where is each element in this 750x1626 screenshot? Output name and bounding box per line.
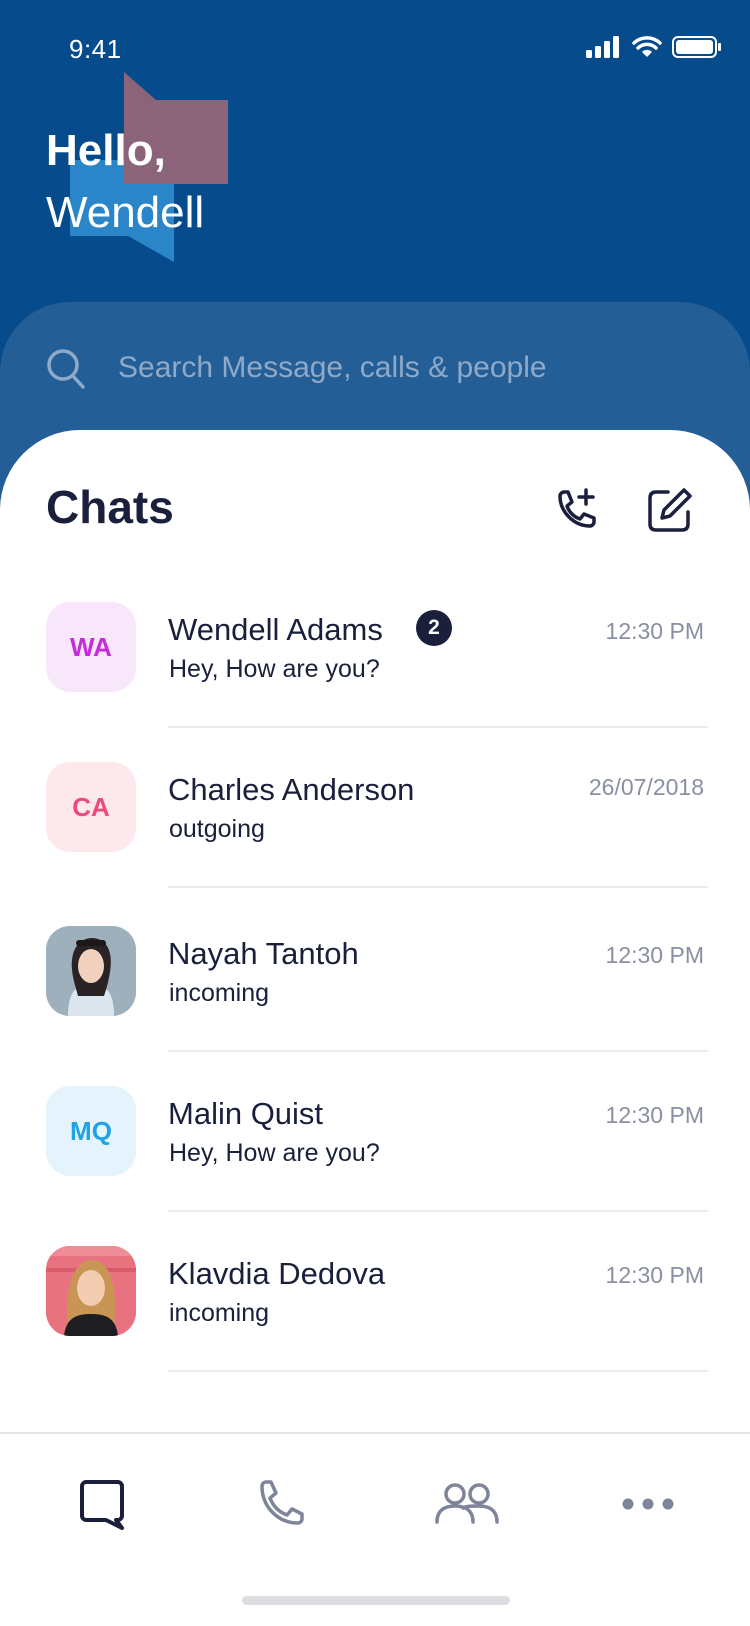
message-preview: incoming — [169, 1299, 270, 1327]
chat-row[interactable]: Klavdia Dedova incoming 12:30 PM — [0, 1246, 750, 1406]
unread-badge: 2 — [416, 610, 452, 646]
message-preview: outgoing — [169, 815, 265, 843]
compose-icon — [648, 488, 692, 532]
avatar-photo — [46, 1246, 136, 1336]
person-photo-icon — [46, 1246, 136, 1336]
nav-more[interactable] — [618, 1474, 678, 1534]
timestamp: 26/07/2018 — [588, 774, 704, 800]
greeting-name: Wendell — [46, 188, 205, 237]
divider — [168, 1210, 708, 1212]
timestamp: 12:30 PM — [605, 1262, 704, 1288]
divider — [168, 1050, 708, 1052]
home-indicator — [242, 1596, 510, 1605]
wifi-icon — [632, 36, 662, 57]
chats-title: Chats — [46, 481, 174, 533]
contacts-icon — [435, 1483, 499, 1524]
divider — [168, 726, 708, 728]
phone-icon — [260, 1480, 304, 1525]
signal-icon — [586, 36, 619, 58]
search-input[interactable] — [118, 346, 698, 390]
timestamp: 12:30 PM — [605, 618, 704, 644]
more-icon — [622, 1498, 674, 1510]
chat-icon — [80, 1480, 124, 1530]
add-call-button[interactable] — [552, 486, 602, 536]
nav-contacts[interactable] — [432, 1474, 502, 1534]
contact-name: Malin Quist — [168, 1096, 324, 1131]
timestamp: 12:30 PM — [605, 942, 704, 968]
divider — [168, 886, 708, 888]
timestamp: 12:30 PM — [605, 1102, 704, 1128]
message-preview: incoming — [169, 979, 270, 1007]
chat-row[interactable]: CA Charles Anderson outgoing 26/07/2018 — [0, 762, 750, 922]
contact-name: Charles Anderson — [168, 772, 415, 807]
message-preview: Hey, How are you? — [169, 655, 380, 683]
nav-calls[interactable] — [250, 1474, 310, 1534]
status-icons — [586, 34, 722, 60]
greeting-hello: Hello, — [46, 126, 166, 175]
contact-name: Nayah Tantoh — [168, 936, 359, 971]
chat-row[interactable]: Nayah Tantoh incoming 12:30 PM — [0, 926, 750, 1086]
avatar: WA — [46, 602, 136, 692]
divider — [168, 1370, 708, 1372]
compose-button[interactable] — [644, 486, 694, 536]
search-icon — [47, 349, 85, 389]
avatar: CA — [46, 762, 136, 852]
person-photo-icon — [46, 926, 136, 1016]
avatar: MQ — [46, 1086, 136, 1176]
nav-chats[interactable] — [72, 1474, 132, 1534]
contact-name: Wendell Adams — [168, 612, 383, 647]
contact-name: Klavdia Dedova — [168, 1256, 386, 1291]
chat-row[interactable]: MQ Malin Quist Hey, How are you? 12:30 P… — [0, 1086, 750, 1246]
chat-row[interactable]: WA Wendell Adams 2 Hey, How are you? 12:… — [0, 602, 750, 762]
message-preview: Hey, How are you? — [169, 1139, 380, 1167]
phone-add-icon — [558, 488, 596, 528]
status-time: 9:41 — [69, 34, 122, 64]
avatar-photo — [46, 926, 136, 1016]
battery-icon — [672, 36, 721, 58]
